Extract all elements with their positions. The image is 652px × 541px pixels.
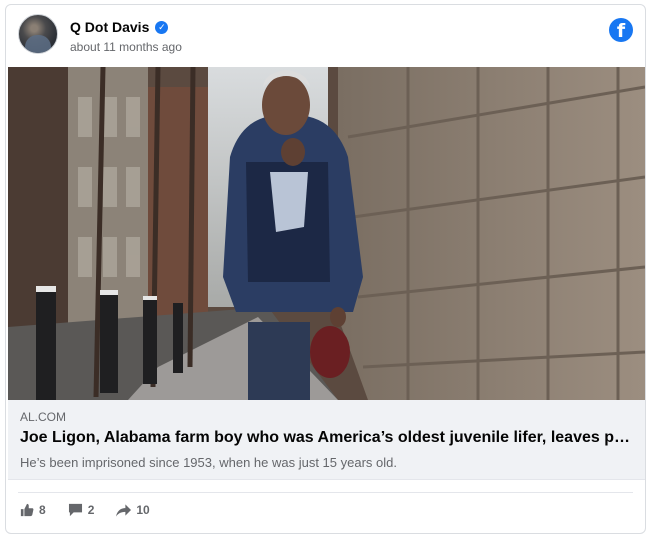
author-avatar[interactable] <box>18 14 58 54</box>
facebook-icon[interactable]: f <box>609 18 633 42</box>
shares-count[interactable]: 10 <box>116 503 150 517</box>
share-icon <box>116 504 132 517</box>
post-timestamp[interactable]: about 11 months ago <box>70 40 182 54</box>
comments-count[interactable]: 2 <box>68 503 95 517</box>
link-preview[interactable]: AL.COM Joe Ligon, Alabama farm boy who w… <box>8 400 645 480</box>
author-line: Q Dot Davis ✓ <box>70 19 169 35</box>
engagement-stats: 8 2 10 <box>20 503 150 517</box>
divider <box>18 492 633 493</box>
post-header: Q Dot Davis ✓ about 11 months ago f <box>18 14 633 60</box>
comment-icon <box>68 503 82 517</box>
link-preview-image[interactable] <box>8 67 645 400</box>
street-photo <box>8 67 645 400</box>
like-icon <box>20 503 34 517</box>
author-name[interactable]: Q Dot Davis <box>70 19 149 35</box>
verified-badge-icon: ✓ <box>155 20 169 34</box>
comments-count-label: 2 <box>87 503 95 517</box>
link-description: He’s been imprisoned since 1953, when he… <box>20 455 397 470</box>
likes-count-label: 8 <box>39 503 46 517</box>
likes-count[interactable]: 8 <box>20 503 46 517</box>
link-title[interactable]: Joe Ligon, Alabama farm boy who was Amer… <box>20 429 635 447</box>
post-card: Q Dot Davis ✓ about 11 months ago f AL.C… <box>5 4 646 534</box>
shares-count-label: 10 <box>136 503 150 517</box>
link-domain: AL.COM <box>20 410 67 424</box>
